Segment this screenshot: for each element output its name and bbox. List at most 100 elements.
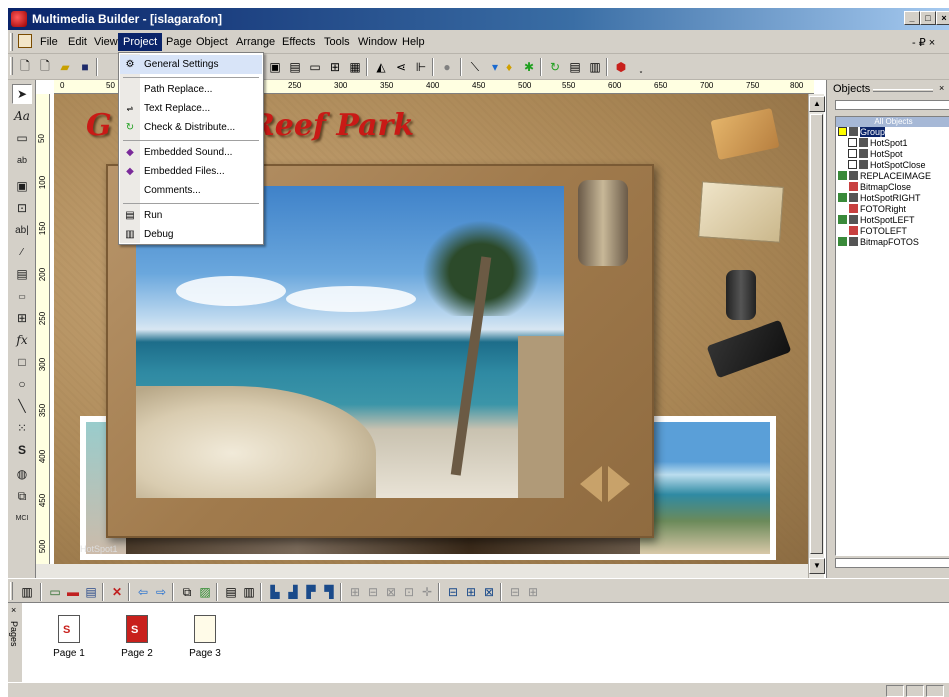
film-roll-icon[interactable] <box>726 270 756 320</box>
wand-icon[interactable]: ⟍ <box>466 58 484 76</box>
menu-effects[interactable]: Effects <box>278 34 319 52</box>
map-icon[interactable] <box>698 181 784 243</box>
menu-item-path-replace[interactable]: Path Replace... <box>120 80 262 99</box>
mci-tool-icon[interactable]: MCI <box>12 508 32 528</box>
videotape-icon[interactable] <box>706 319 792 379</box>
tree-item[interactable]: BitmapFOTOS <box>838 237 919 248</box>
lock-icon[interactable]: ▤ <box>222 583 240 601</box>
previous-arrow-icon[interactable]: ⇦ <box>134 583 152 601</box>
objects-tree[interactable]: All Objects Group HotSpot1 HotSpot HotSp… <box>835 116 949 556</box>
button-tool-icon[interactable]: ▭ <box>12 128 32 148</box>
table-tool-icon[interactable]: ⊞ <box>12 308 32 328</box>
menu-view[interactable]: View <box>90 34 122 52</box>
menu-item-debug[interactable]: ▥ Debug <box>120 225 262 244</box>
menu-item-run[interactable]: ▤ Run <box>120 206 262 225</box>
flip-v-icon[interactable]: ⊞ <box>524 583 542 601</box>
scroll-up-button[interactable]: ▲ <box>809 96 825 112</box>
snap-icon[interactable]: ▦ <box>346 58 364 76</box>
hotspot-label[interactable]: HotSpot1 <box>80 544 118 554</box>
arrow-right-icon[interactable] <box>608 466 630 502</box>
menu-item-check-distribute[interactable]: ↻ Check & Distribute... <box>120 118 262 137</box>
tree-item[interactable]: FOTOLEFT <box>838 226 907 237</box>
panel-close-icon[interactable]: × <box>939 83 944 93</box>
textbutton-tool-icon[interactable]: ab <box>12 150 32 170</box>
menu-item-embedded-files[interactable]: ◆ Embedded Files... <box>120 162 262 181</box>
same-width-icon[interactable]: ⊟ <box>444 583 462 601</box>
book-icon[interactable] <box>710 107 780 161</box>
text-tool-icon[interactable]: Aa <box>12 106 32 126</box>
menu-item-comments[interactable]: Comments... <box>120 181 262 200</box>
objects-tree-hscroll[interactable] <box>835 558 949 568</box>
mdi-controls[interactable]: - ₽ × <box>908 34 939 52</box>
document-icon[interactable] <box>18 34 32 48</box>
distribute-icon[interactable]: ⋖ <box>392 58 410 76</box>
script-edit-icon[interactable]: ▥ <box>240 583 258 601</box>
more-icon[interactable]: ˯ <box>632 58 650 76</box>
page-thumb-2[interactable]: S Page 2 <box>102 615 172 665</box>
align-bottom-icon[interactable]: ▜ <box>320 583 338 601</box>
center-both-icon[interactable]: ✛ <box>418 583 436 601</box>
menu-help[interactable]: Help <box>398 34 429 52</box>
close-button[interactable]: × <box>936 11 949 25</box>
align-top-icon[interactable]: ▛ <box>302 583 320 601</box>
new-page-icon[interactable]: 🗋 <box>36 58 54 76</box>
layers-icon[interactable]: ▤ <box>82 583 100 601</box>
menu-page[interactable]: Page <box>162 34 196 52</box>
rectangle-tool-icon[interactable]: □ <box>12 352 32 372</box>
menu-item-embedded-sound[interactable]: ◆ Embedded Sound... <box>120 143 262 162</box>
pages-close-icon[interactable]: × <box>11 605 16 615</box>
bitmap-tool-icon[interactable]: ▣ <box>12 176 32 196</box>
delete-icon[interactable]: ✕ <box>108 583 126 601</box>
canvas-vertical-scrollbar[interactable]: ▲ ▼ <box>808 94 825 578</box>
tree-root[interactable]: All Objects <box>836 117 949 127</box>
fx-tool-icon[interactable]: fx <box>12 330 32 350</box>
tree-item[interactable]: HotSpot1 <box>848 138 908 149</box>
gif-tool-icon[interactable]: ⁄ <box>12 242 32 262</box>
tree-item-group[interactable]: Group <box>838 127 886 138</box>
tree-item[interactable]: FOTORight <box>838 204 906 215</box>
select-tool-icon[interactable]: ➤ <box>12 84 32 104</box>
bring-front-icon[interactable]: ▭ <box>46 583 64 601</box>
menu-window[interactable]: Window <box>354 34 401 52</box>
group-tool-icon[interactable]: ⧉ <box>12 486 32 506</box>
input-tool-icon[interactable]: ab| <box>12 220 32 240</box>
page-thumb-1[interactable]: S Page 1 <box>34 615 104 665</box>
bulb-icon[interactable]: ♦ <box>500 58 518 76</box>
page-thumb-3[interactable]: Page 3 <box>170 615 240 665</box>
flip-h-icon[interactable]: ⊟ <box>506 583 524 601</box>
menu-item-general-settings[interactable]: ⚙ General Settings <box>120 55 262 74</box>
scroll-down-button[interactable]: ▼ <box>809 558 825 574</box>
menu-project[interactable]: Project <box>118 33 163 51</box>
hotspot-tool-icon[interactable]: ⁙ <box>12 418 32 438</box>
tree-item[interactable]: HotSpotRIGHT <box>838 193 921 204</box>
same-size-icon[interactable]: ⊠ <box>480 583 498 601</box>
panel-grip[interactable] <box>873 89 933 92</box>
tree-item[interactable]: HotSpotClose <box>848 160 926 171</box>
video-tool-icon[interactable]: ▤ <box>12 264 32 284</box>
menu-edit[interactable]: Edit <box>64 34 91 52</box>
ungroup-icon[interactable]: ▨ <box>196 583 214 601</box>
app-icon[interactable] <box>11 11 27 27</box>
toolbar-grip[interactable] <box>10 582 13 600</box>
align-icon[interactable]: ◭ <box>372 58 390 76</box>
center-icon[interactable]: ⊩ <box>412 58 430 76</box>
star-icon[interactable]: ✱ <box>520 58 538 76</box>
menubar-grip[interactable] <box>10 33 13 51</box>
send-back-icon[interactable]: ▬ <box>64 583 82 601</box>
align-right-icon[interactable]: ▟ <box>284 583 302 601</box>
same-height-icon[interactable]: ⊞ <box>462 583 480 601</box>
record-icon[interactable]: ● <box>438 58 456 76</box>
new-project-icon[interactable]: 🗋 <box>16 58 34 76</box>
menu-tools[interactable]: Tools <box>320 34 354 52</box>
plugin-tool-icon[interactable]: ◍ <box>12 464 32 484</box>
space-h-icon[interactable]: ⊞ <box>346 583 364 601</box>
arrow-left-icon[interactable] <box>580 466 602 502</box>
frame-icon[interactable]: ▣ <box>266 58 284 76</box>
expand-icon[interactable] <box>838 127 847 136</box>
line-tool-icon[interactable]: ╲ <box>12 396 32 416</box>
compile-icon[interactable]: ▥ <box>586 58 604 76</box>
script-tool-icon[interactable]: S <box>12 440 32 460</box>
toolbar-grip[interactable] <box>10 57 13 75</box>
menu-item-text-replace[interactable]: ⇌ Text Replace... <box>120 99 262 118</box>
tree-item[interactable]: HotSpotLEFT <box>838 215 915 226</box>
